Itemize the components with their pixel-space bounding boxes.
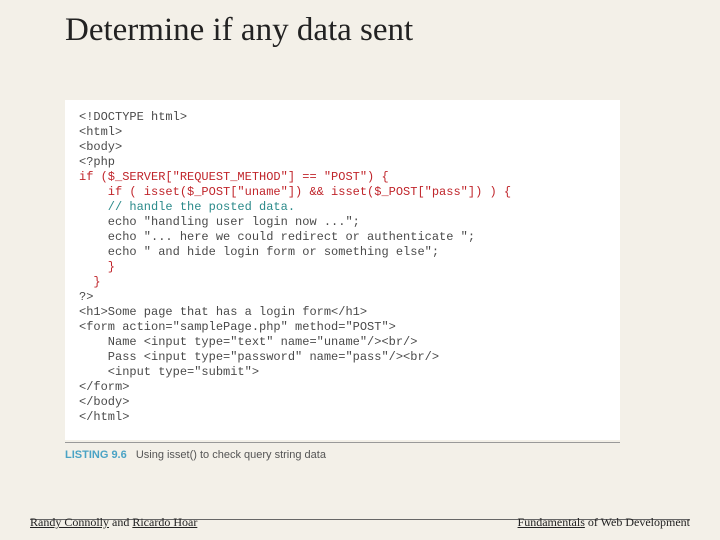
code-line: <!DOCTYPE html> bbox=[79, 110, 606, 125]
author-joiner: and bbox=[109, 515, 132, 529]
code-line: Name <input type="text" name="uname"/><b… bbox=[79, 335, 606, 350]
code-line: <body> bbox=[79, 140, 606, 155]
code-line: ?> bbox=[79, 290, 606, 305]
code-line: </body> bbox=[79, 395, 606, 410]
listing-caption: Using isset() to check query string data bbox=[136, 449, 326, 461]
code-line: <input type="submit"> bbox=[79, 365, 606, 380]
code-line: echo "... here we could redirect or auth… bbox=[79, 230, 606, 245]
code-line: echo " and hide login form or something … bbox=[79, 245, 606, 260]
code-line: <?php bbox=[79, 155, 606, 170]
code-line: </html> bbox=[79, 410, 606, 425]
code-line: } bbox=[79, 275, 606, 290]
page-title: Determine if any data sent bbox=[65, 12, 413, 49]
listing-label: LISTING 9.6 bbox=[65, 449, 127, 461]
code-line: <form action="samplePage.php" method="PO… bbox=[79, 320, 606, 335]
code-line: echo "handling user login now ..."; bbox=[79, 215, 606, 230]
book-rest: of Web Development bbox=[585, 515, 690, 529]
code-line: Pass <input type="password" name="pass"/… bbox=[79, 350, 606, 365]
code-line: } bbox=[79, 260, 606, 275]
code-line: </form> bbox=[79, 380, 606, 395]
code-line: // handle the posted data. bbox=[79, 200, 606, 215]
footer-book-title: Fundamentals of Web Development bbox=[518, 515, 690, 530]
code-line: if ($_SERVER["REQUEST_METHOD"] == "POST"… bbox=[79, 170, 606, 185]
author-2: Ricardo Hoar bbox=[132, 515, 197, 529]
listing-caption-row: LISTING 9.6 Using isset() to check query… bbox=[65, 442, 620, 461]
code-listing: <!DOCTYPE html> <html> <body> <?php if (… bbox=[65, 100, 620, 440]
code-line: if ( isset($_POST["uname"]) && isset($_P… bbox=[79, 185, 606, 200]
code-line: <h1>Some page that has a login form</h1> bbox=[79, 305, 606, 320]
author-1: Randy Connolly bbox=[30, 515, 109, 529]
book-word-1: Fundamentals bbox=[518, 515, 585, 529]
footer-authors: Randy Connolly and Ricardo Hoar bbox=[30, 515, 197, 530]
code-line: <html> bbox=[79, 125, 606, 140]
